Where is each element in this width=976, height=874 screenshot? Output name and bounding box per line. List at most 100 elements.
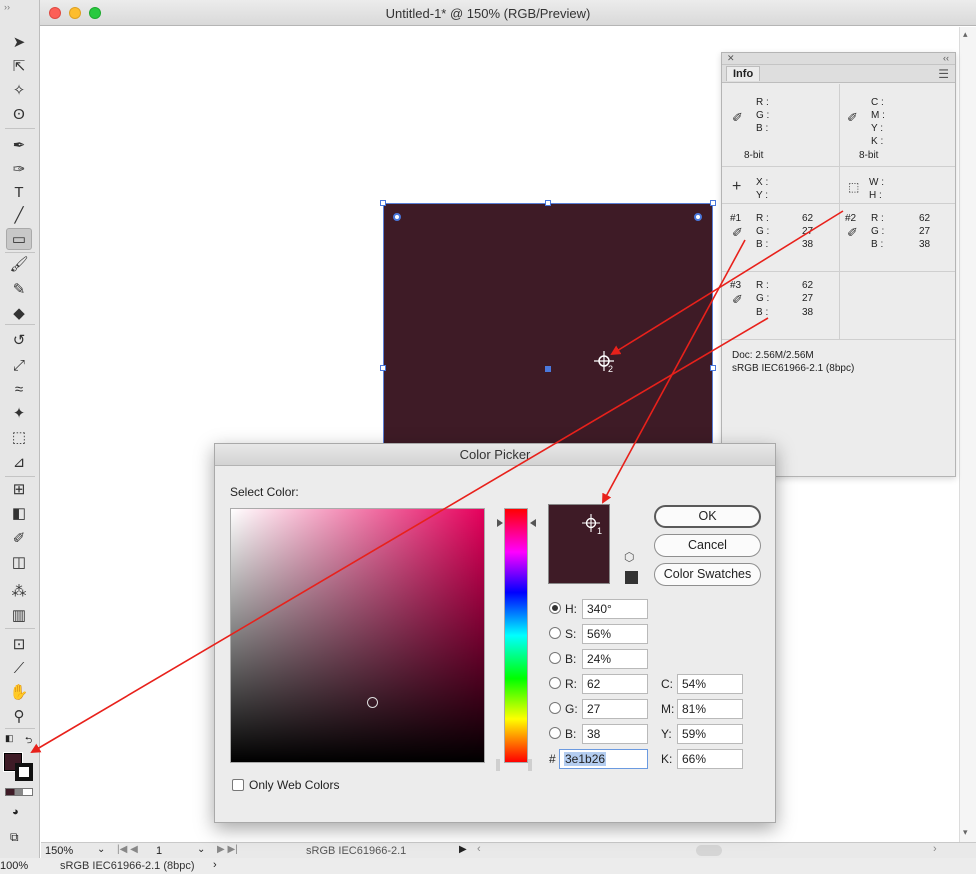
horizontal-scroll-thumb[interactable] bbox=[696, 845, 722, 856]
hand-tool-icon[interactable]: ✋ bbox=[6, 681, 32, 703]
cmyk-k-label: K : bbox=[871, 136, 884, 147]
ok-button[interactable]: OK bbox=[654, 505, 761, 528]
blue-input[interactable]: 38 bbox=[582, 724, 648, 744]
saturation-label: S: bbox=[565, 627, 577, 641]
status-menu-icon[interactable]: ▶ bbox=[459, 844, 467, 855]
close-panel-icon[interactable]: ✕ bbox=[727, 53, 735, 64]
scroll-left-icon[interactable]: ‹ bbox=[477, 843, 481, 855]
stroke-swatch[interactable] bbox=[15, 763, 33, 781]
hue-slider-right-arrow[interactable] bbox=[530, 519, 536, 527]
black-input[interactable]: 66% bbox=[677, 749, 743, 769]
color-field-marker[interactable] bbox=[367, 697, 378, 708]
scroll-down-icon[interactable]: ▾ bbox=[963, 827, 968, 838]
blue-radio[interactable] bbox=[549, 727, 561, 739]
paintbrush-tool-icon[interactable]: 🖌 bbox=[6, 253, 32, 275]
free-transform-tool-icon[interactable]: ⬚ bbox=[6, 426, 32, 448]
selection-tool-icon[interactable]: ➤ bbox=[6, 31, 32, 53]
rotate-tool-icon[interactable]: ↺ bbox=[6, 329, 32, 351]
selection-handle[interactable] bbox=[380, 365, 386, 371]
corner-radius-widget[interactable] bbox=[393, 213, 401, 221]
selected-rectangle[interactable] bbox=[383, 203, 713, 473]
green-radio[interactable] bbox=[549, 702, 561, 714]
default-colors-icon[interactable]: ◧ bbox=[5, 733, 14, 744]
collapse-panel-icon[interactable]: ‹‹ bbox=[943, 53, 949, 63]
hex-input[interactable]: 3e1b26 bbox=[559, 749, 648, 769]
artboard-tool-icon[interactable]: ⊡ bbox=[6, 633, 32, 655]
color-mode-icons[interactable] bbox=[5, 788, 33, 796]
column-graph-tool-icon[interactable]: ▥ bbox=[6, 604, 32, 626]
symbol-sprayer-tool-icon[interactable]: ⁂ bbox=[6, 580, 32, 602]
tool-separator bbox=[5, 628, 35, 629]
blend-tool-icon[interactable]: ◫ bbox=[6, 551, 32, 573]
out-of-web-color-cube-icon[interactable]: ⬡ bbox=[624, 550, 634, 564]
screen-mode-icon[interactable]: ⧉ bbox=[10, 830, 19, 845]
line-tool-icon[interactable]: ╱ bbox=[6, 204, 32, 226]
eyedropper-tool-icon[interactable]: ✐ bbox=[6, 527, 32, 549]
sample-3-g: 27 bbox=[802, 293, 814, 304]
divider bbox=[722, 166, 955, 167]
cancel-button[interactable]: Cancel bbox=[654, 534, 761, 557]
bottom-arrow-icon[interactable]: › bbox=[213, 859, 217, 871]
zoom-level[interactable]: 150% bbox=[45, 845, 73, 857]
sampler-eyedropper-icon: ✐ bbox=[732, 292, 743, 307]
type-tool-icon[interactable]: T bbox=[6, 181, 32, 203]
scroll-up-icon[interactable]: ▴ bbox=[963, 29, 968, 40]
tab-info[interactable]: Info bbox=[726, 66, 761, 81]
selection-handle[interactable] bbox=[380, 200, 386, 206]
selection-handle[interactable] bbox=[710, 200, 716, 206]
yellow-input[interactable]: 59% bbox=[677, 724, 743, 744]
brightness-input[interactable]: 24% bbox=[582, 649, 648, 669]
saturation-radio[interactable] bbox=[549, 627, 561, 639]
saturation-input[interactable]: 56% bbox=[582, 624, 648, 644]
rectangle-tool-icon[interactable]: ▭ bbox=[6, 228, 32, 250]
hue-slider-left-arrow[interactable] bbox=[497, 519, 503, 527]
vertical-scrollbar[interactable]: ▴ ▾ bbox=[959, 27, 976, 842]
cyan-input[interactable]: 54% bbox=[677, 674, 743, 694]
zoom-tool-icon[interactable]: ⚲ bbox=[6, 705, 32, 727]
color-field[interactable] bbox=[230, 508, 485, 763]
sample-2-b-label: B : bbox=[871, 239, 884, 250]
artboard-number[interactable]: 1 bbox=[156, 845, 162, 857]
swap-colors-icon[interactable]: ⮌ bbox=[25, 733, 32, 749]
warp-tool-icon[interactable]: ≈ bbox=[6, 378, 32, 400]
gradient-tool-icon[interactable]: ◧ bbox=[6, 502, 32, 524]
pen-tool-icon[interactable]: ✒ bbox=[6, 134, 32, 156]
color-swatches-button[interactable]: Color Swatches bbox=[654, 563, 761, 586]
shaper-tool-icon[interactable]: ✎ bbox=[6, 278, 32, 300]
draw-mode-icon[interactable]: ◕ bbox=[12, 806, 19, 818]
next-artboard-icon[interactable]: ▶ ▶| bbox=[217, 844, 238, 855]
hue-slider[interactable] bbox=[504, 508, 528, 763]
curvature-tool-icon[interactable]: ✑ bbox=[6, 158, 32, 180]
web-safe-swatch[interactable] bbox=[625, 571, 638, 584]
artboard-dropdown-icon[interactable]: ⌄ bbox=[197, 844, 205, 855]
scale-tool-icon[interactable]: ⤢ bbox=[6, 354, 32, 376]
mesh-tool-icon[interactable]: ⊞ bbox=[6, 478, 32, 500]
red-radio[interactable] bbox=[549, 677, 561, 689]
selection-handle[interactable] bbox=[545, 200, 551, 206]
direct-selection-tool-icon[interactable]: ⇱ bbox=[6, 55, 32, 77]
sample-1-id: #1 bbox=[730, 213, 742, 224]
hue-input[interactable]: 340° bbox=[582, 599, 648, 619]
panel-menu-icon[interactable]: ☰ bbox=[938, 67, 949, 81]
hue-radio[interactable] bbox=[549, 602, 561, 614]
puppet-warp-tool-icon[interactable]: ✦ bbox=[6, 402, 32, 424]
lasso-tool-icon[interactable]: ʘ bbox=[6, 103, 32, 125]
red-input[interactable]: 62 bbox=[582, 674, 648, 694]
first-artboard-icon[interactable]: |◀ ◀ bbox=[117, 844, 138, 855]
selection-handle[interactable] bbox=[710, 365, 716, 371]
corner-radius-widget[interactable] bbox=[694, 213, 702, 221]
scroll-right-icon[interactable]: › bbox=[933, 843, 937, 855]
slice-tool-icon[interactable]: ⟋ bbox=[6, 657, 32, 679]
brightness-radio[interactable] bbox=[549, 652, 561, 664]
perspective-grid-tool-icon[interactable]: ⊿ bbox=[6, 451, 32, 473]
sample-2-r-label: R : bbox=[871, 213, 884, 224]
eraser-tool-icon[interactable]: ◆ bbox=[6, 302, 32, 324]
cyan-label: C: bbox=[661, 677, 673, 691]
panel-grip-icon[interactable]: ›› bbox=[4, 2, 10, 12]
only-web-colors-checkbox[interactable] bbox=[232, 779, 244, 791]
green-input[interactable]: 27 bbox=[582, 699, 648, 719]
sampler-eyedropper-icon: ✐ bbox=[847, 225, 858, 240]
magenta-input[interactable]: 81% bbox=[677, 699, 743, 719]
zoom-dropdown-icon[interactable]: ⌄ bbox=[97, 844, 105, 855]
magic-wand-tool-icon[interactable]: ✧ bbox=[6, 79, 32, 101]
